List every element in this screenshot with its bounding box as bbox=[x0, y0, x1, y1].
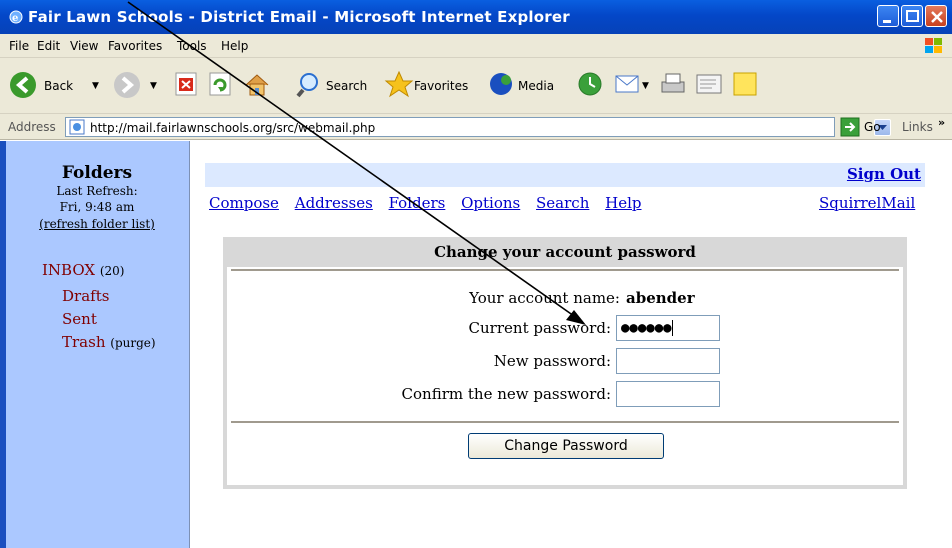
folder-inbox[interactable]: INBOX (20) bbox=[42, 261, 125, 279]
header-band: Sign Out bbox=[205, 163, 925, 187]
menu-file[interactable]: File bbox=[9, 39, 29, 53]
window-title: Fair Lawn Schools - District Email - Mic… bbox=[28, 8, 570, 26]
menu-edit[interactable]: Edit bbox=[37, 39, 60, 53]
home-icon[interactable] bbox=[242, 70, 272, 102]
text-caret bbox=[671, 320, 673, 336]
back-button[interactable]: Back ▼ bbox=[8, 70, 108, 102]
forward-arrow-icon bbox=[114, 72, 140, 98]
refresh-icon[interactable] bbox=[208, 70, 234, 102]
last-refresh-time: Fri, 9:48 am bbox=[59, 200, 135, 214]
folders-title: Folders bbox=[61, 163, 133, 183]
maximize-button[interactable] bbox=[901, 5, 923, 27]
go-label: Go bbox=[864, 120, 881, 134]
nav-folders[interactable]: Folders bbox=[389, 194, 446, 212]
favorites-button[interactable]: Favorites bbox=[384, 70, 484, 102]
menu-bar: File Edit View Favorites Tools Help bbox=[0, 34, 952, 58]
search-label: Search bbox=[326, 79, 368, 93]
new-password-input[interactable] bbox=[616, 348, 720, 374]
nav-help[interactable]: Help bbox=[605, 194, 641, 212]
folder-drafts-name: Drafts bbox=[62, 287, 110, 305]
menu-favorites[interactable]: Favorites bbox=[108, 39, 162, 53]
folder-sent-name: Sent bbox=[62, 310, 97, 328]
ie-icon: e bbox=[9, 10, 23, 24]
folder-sidebar: Folders Last Refresh: Fri, 9:48 am (refr… bbox=[0, 141, 190, 548]
svg-text:e: e bbox=[12, 13, 18, 24]
go-button[interactable]: Go bbox=[840, 117, 890, 137]
media-icon bbox=[490, 73, 512, 95]
menu-help[interactable]: Help bbox=[221, 39, 248, 53]
nav-compose[interactable]: Compose bbox=[209, 194, 279, 212]
stop-icon[interactable] bbox=[174, 70, 200, 102]
inbox-count: (20) bbox=[99, 264, 125, 278]
confirm-password-input[interactable] bbox=[616, 381, 720, 407]
panel-title: Change your account password bbox=[434, 243, 696, 261]
address-url: http://mail.fairlawnschools.org/src/webm… bbox=[90, 121, 376, 135]
svg-text:▼: ▼ bbox=[642, 81, 649, 91]
edit-icon[interactable] bbox=[694, 70, 724, 102]
close-button[interactable] bbox=[925, 5, 947, 27]
top-divider bbox=[231, 269, 899, 271]
history-icon[interactable] bbox=[576, 70, 606, 102]
forward-button[interactable]: ▼ bbox=[112, 70, 162, 102]
media-button[interactable]: Media bbox=[488, 70, 572, 102]
back-dropdown-icon[interactable]: ▼ bbox=[92, 81, 99, 91]
favorites-star-icon bbox=[384, 70, 414, 98]
address-label: Address bbox=[8, 120, 56, 134]
links-more-icon[interactable]: » bbox=[938, 116, 945, 129]
sign-out-link[interactable]: Sign Out bbox=[847, 165, 921, 183]
main-nav: Compose Addresses Folders Options Search… bbox=[209, 194, 653, 212]
toolbar: Back ▼ ▼ Search Favorites Media ▼ bbox=[0, 58, 952, 114]
panel-body: Your account name: abender Current passw… bbox=[227, 267, 903, 485]
address-bar: Address http://mail.fairlawnschools.org/… bbox=[0, 114, 952, 140]
squirrelmail-link[interactable]: SquirrelMail bbox=[819, 194, 915, 212]
purge-link[interactable]: (purge) bbox=[110, 336, 155, 350]
title-bar: e Fair Lawn Schools - District Email - M… bbox=[0, 0, 952, 34]
account-name-value: abender bbox=[626, 289, 695, 307]
page-icon bbox=[69, 119, 85, 135]
confirm-password-label: Confirm the new password: bbox=[401, 385, 611, 403]
favorites-label: Favorites bbox=[414, 79, 469, 93]
minimize-button[interactable] bbox=[877, 5, 899, 27]
menu-view[interactable]: View bbox=[70, 39, 98, 53]
current-password-label: Current password: bbox=[468, 319, 611, 337]
address-input[interactable]: http://mail.fairlawnschools.org/src/webm… bbox=[65, 117, 891, 137]
current-password-input[interactable]: ●●●●●● bbox=[616, 315, 720, 341]
change-password-panel: Change your account password Your accoun… bbox=[223, 237, 907, 489]
folder-trash[interactable]: Trash (purge) bbox=[62, 333, 156, 351]
refresh-folder-list-link[interactable]: (refresh folder list) bbox=[6, 217, 188, 231]
search-button[interactable]: Search bbox=[296, 70, 374, 102]
current-password-value: ●●●●●● bbox=[621, 320, 672, 336]
folder-sent[interactable]: Sent bbox=[62, 310, 97, 328]
windows-logo-icon bbox=[925, 38, 942, 53]
forward-dropdown-icon[interactable]: ▼ bbox=[150, 81, 157, 91]
media-label: Media bbox=[518, 79, 555, 93]
folder-drafts[interactable]: Drafts bbox=[62, 287, 109, 305]
nav-options[interactable]: Options bbox=[461, 194, 520, 212]
links-toolbar[interactable]: Links bbox=[902, 120, 933, 134]
bottom-divider bbox=[231, 421, 899, 423]
messenger-note-icon[interactable] bbox=[730, 70, 760, 102]
account-name-label: Your account name: bbox=[469, 289, 620, 307]
nav-search[interactable]: Search bbox=[536, 194, 589, 212]
print-icon[interactable] bbox=[658, 70, 688, 102]
back-label: Back bbox=[44, 79, 74, 93]
last-refresh-label: Last Refresh: bbox=[56, 184, 138, 198]
back-arrow-icon bbox=[10, 72, 36, 98]
new-password-label: New password: bbox=[493, 352, 611, 370]
menu-tools[interactable]: Tools bbox=[177, 39, 207, 53]
mail-icon[interactable]: ▼ bbox=[614, 70, 652, 102]
folder-trash-name: Trash bbox=[62, 333, 106, 351]
nav-addresses[interactable]: Addresses bbox=[295, 194, 373, 212]
folder-inbox-name: INBOX bbox=[42, 261, 96, 279]
search-icon bbox=[296, 73, 318, 98]
go-arrow-icon bbox=[840, 117, 860, 137]
change-password-button[interactable]: Change Password bbox=[468, 433, 664, 459]
